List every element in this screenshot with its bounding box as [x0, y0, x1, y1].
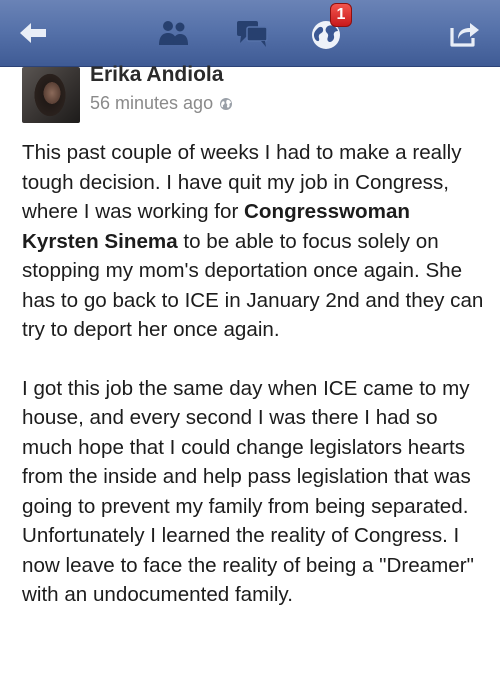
top-navigation-bar: 1 — [0, 0, 500, 67]
notifications-count-badge: 1 — [330, 3, 352, 27]
back-button[interactable] — [0, 0, 66, 66]
post-paragraph-1: This past couple of weeks I had to make … — [22, 138, 490, 345]
post-paragraph-2: I got this job the same day when ICE cam… — [22, 376, 474, 607]
author-name[interactable]: Erika Andiola — [90, 63, 223, 87]
share-button[interactable] — [434, 0, 496, 66]
messages-icon — [237, 21, 268, 47]
share-icon — [450, 23, 479, 47]
post-timestamp[interactable]: 56 minutes ago — [90, 93, 213, 114]
back-arrow-icon — [20, 23, 46, 43]
post-header: Erika Andiola 56 minutes ago — [0, 63, 500, 127]
avatar[interactable] — [22, 67, 80, 123]
messages-button[interactable] — [226, 0, 278, 66]
friend-requests-button[interactable] — [148, 0, 200, 66]
friend-requests-icon — [159, 21, 188, 45]
public-globe-icon — [220, 97, 233, 110]
post-meta: 56 minutes ago — [90, 93, 233, 114]
post-body: This past couple of weeks I had to make … — [22, 138, 490, 610]
